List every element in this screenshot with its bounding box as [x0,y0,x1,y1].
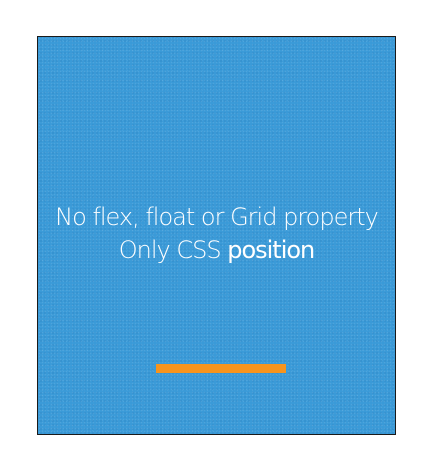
accent-bar [156,364,286,373]
content-card: No flex, float or Grid property Only CSS… [37,36,396,435]
headline-line-2: Only CSS position [38,234,395,267]
headline-emphasis: position [227,236,315,264]
headline-line-1: No flex, float or Grid property [55,203,379,231]
headline-line-2-prefix: Only CSS [118,236,228,264]
